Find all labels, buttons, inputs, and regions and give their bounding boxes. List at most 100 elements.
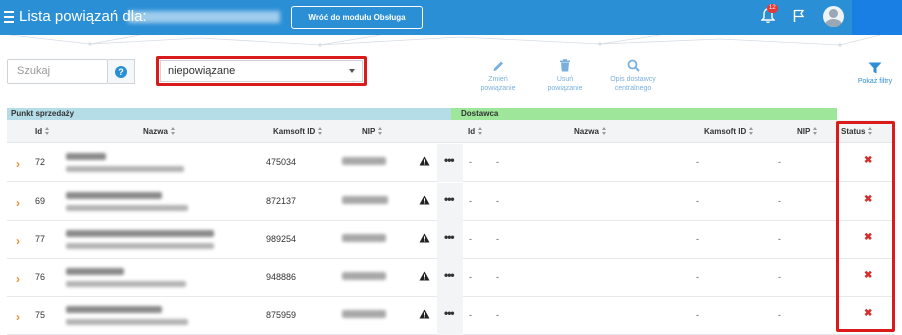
expand-chevron-icon[interactable]: › <box>16 157 20 171</box>
blurred-address <box>66 166 184 172</box>
supplier-id-value: - <box>469 196 472 206</box>
blurred-address <box>66 205 188 211</box>
supplier-nip-value: - <box>778 310 781 320</box>
sort-icon <box>601 127 607 135</box>
funnel-icon <box>868 62 882 74</box>
trash-icon <box>560 59 570 72</box>
more-options-icon[interactable]: ••• <box>444 153 455 167</box>
blurred-name <box>66 230 214 237</box>
blurred-name <box>66 192 162 199</box>
more-options-icon[interactable]: ••• <box>444 192 455 206</box>
blurred-nip <box>342 272 386 280</box>
supplier-kamsoft-value: - <box>696 310 699 320</box>
sort-icon <box>45 127 50 135</box>
expand-chevron-icon[interactable]: › <box>16 272 20 286</box>
row-kamsoft-id: 948886 <box>266 272 297 282</box>
blurred-nip <box>342 157 386 165</box>
supplier-name-value: - <box>496 234 499 244</box>
supplier-nip-value: - <box>778 234 781 244</box>
show-filters-button[interactable]: Pokaż filtry <box>856 62 894 86</box>
status-filter-select[interactable]: niepowiązane <box>160 60 363 82</box>
supplier-kamsoft-value: - <box>696 234 699 244</box>
show-filters-label: Pokaż filtry <box>857 78 893 85</box>
blurred-address <box>66 243 214 249</box>
col-supplier-nip[interactable]: NIP <box>797 127 818 136</box>
supplier-name-value: - <box>496 157 499 167</box>
warning-icon <box>419 233 430 243</box>
supplier-name-value: - <box>496 196 499 206</box>
help-icon[interactable]: ? <box>115 66 127 78</box>
row-kamsoft-id: 872137 <box>266 196 297 206</box>
supplier-description-label: Opis dostawcy centralnego <box>610 76 656 92</box>
supplier-nip-value: - <box>778 272 781 282</box>
supplier-id-value: - <box>469 272 472 282</box>
expand-chevron-icon[interactable]: › <box>16 234 20 248</box>
blurred-name <box>66 268 124 275</box>
col-kamsoft[interactable]: Kamsoft ID <box>273 127 323 136</box>
col-nip[interactable]: NIP <box>362 127 383 136</box>
search-input[interactable]: Szukaj <box>7 59 108 84</box>
change-link-button[interactable]: Zmień powiązanie <box>478 59 518 93</box>
col-supplier-name[interactable]: Nazwa <box>574 127 607 136</box>
group-header-point: Punkt sprzedaży <box>7 108 451 120</box>
header-decoration <box>9 35 881 47</box>
search-icon <box>627 59 640 72</box>
row-id: 75 <box>35 310 46 320</box>
table-row[interactable]: › 76 948886 ••• - - - - ✖ <box>7 259 895 297</box>
row-id: 77 <box>35 234 46 244</box>
sort-icon <box>378 127 383 135</box>
search-help-addon[interactable]: ? <box>108 59 135 84</box>
row-id: 72 <box>35 157 46 167</box>
user-avatar[interactable] <box>823 6 844 27</box>
supplier-id-value: - <box>469 157 472 167</box>
supplier-nip-value: - <box>778 157 781 167</box>
table-row[interactable]: › 75 875959 ••• - - - - ✖ <box>7 297 895 335</box>
blurred-name <box>66 153 106 160</box>
supplier-name-value: - <box>496 310 499 320</box>
status-column-highlight-frame <box>836 121 895 332</box>
warning-icon <box>419 156 430 166</box>
blurred-nip <box>342 234 386 242</box>
more-options-icon[interactable]: ••• <box>444 268 455 282</box>
header-action-area[interactable] <box>852 0 902 35</box>
warning-icon <box>419 195 430 205</box>
sort-icon <box>478 127 483 135</box>
sort-icon <box>749 127 754 135</box>
blurred-entity-name <box>128 11 280 23</box>
expand-chevron-icon[interactable]: › <box>16 196 20 210</box>
flag-icon[interactable] <box>793 9 805 23</box>
notification-badge: 12 <box>767 4 778 13</box>
col-id[interactable]: Id <box>35 127 50 136</box>
pencil-icon <box>493 61 503 71</box>
sort-icon <box>170 127 176 135</box>
hamburger-menu-icon[interactable] <box>4 9 14 23</box>
expand-chevron-icon[interactable]: › <box>16 310 20 324</box>
supplier-description-button[interactable]: Opis dostawcy centralnego <box>604 59 662 93</box>
blurred-address <box>66 281 186 287</box>
change-link-label: Zmień powiązanie <box>480 76 516 92</box>
more-options-icon[interactable]: ••• <box>444 306 455 320</box>
delete-link-button[interactable]: Usuń powiązanie <box>545 59 585 93</box>
table-row[interactable]: › 72 475034 ••• - - - - ✖ <box>7 144 895 182</box>
sort-icon <box>318 127 323 135</box>
supplier-name-value: - <box>496 272 499 282</box>
row-kamsoft-id: 989254 <box>266 234 297 244</box>
status-filter-value: niepowiązane <box>168 65 236 77</box>
table-row[interactable]: › 77 989254 ••• - - - - ✖ <box>7 221 895 259</box>
top-bar: Lista powiązań dla: Wróć do modułu Obsłu… <box>0 0 902 43</box>
row-kamsoft-id: 875959 <box>266 310 297 320</box>
supplier-id-value: - <box>469 234 472 244</box>
col-supplier-kamsoft[interactable]: Kamsoft ID <box>704 127 754 136</box>
col-supplier-id[interactable]: Id <box>468 127 483 136</box>
more-options-icon[interactable]: ••• <box>444 230 455 244</box>
supplier-nip-value: - <box>778 196 781 206</box>
table-row[interactable]: › 69 872137 ••• - - - - ✖ <box>7 183 895 221</box>
col-name[interactable]: Nazwa <box>143 127 176 136</box>
back-to-module-button[interactable]: Wróć do modułu Obsługa powiązań <box>291 6 423 43</box>
row-id: 76 <box>35 272 46 282</box>
table-header: Id Nazwa Kamsoft ID NIP Id Nazwa Kamsoft… <box>7 120 895 143</box>
group-header-supplier: Dostawca <box>451 108 837 120</box>
blurred-nip <box>342 196 388 204</box>
blurred-address <box>66 319 188 325</box>
warning-icon <box>419 271 430 281</box>
